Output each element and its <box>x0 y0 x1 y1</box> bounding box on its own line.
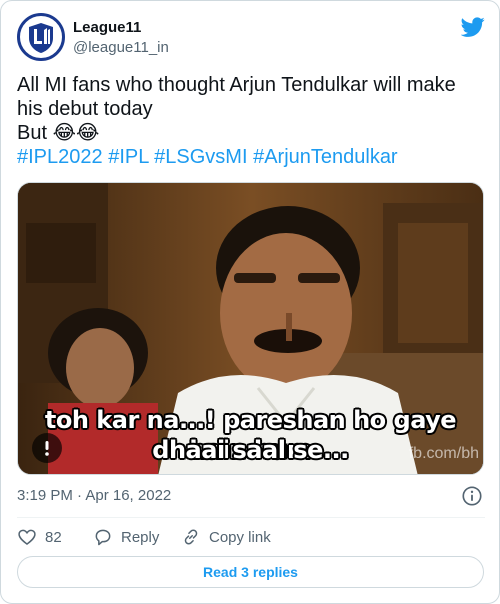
tweet-text: All MI fans who thought Arjun Tendulkar … <box>17 73 485 169</box>
tweet-text-line: But 😂😂 <box>17 122 100 144</box>
reply-label: Reply <box>121 528 160 546</box>
twitter-bird-icon[interactable] <box>461 15 485 39</box>
media-watermark: fb.com/bh <box>408 445 479 462</box>
media-alt-badge[interactable] <box>32 433 62 463</box>
alert-icon <box>45 441 49 456</box>
copy-link-label: Copy link <box>209 528 271 546</box>
tweet-text-line: his debut today <box>17 98 153 120</box>
tweet-actions: 82 Reply Copy link <box>17 525 485 549</box>
read-replies-button[interactable]: Read 3 replies <box>17 556 484 588</box>
like-button[interactable]: 82 <box>17 525 62 549</box>
tweet-hashtags[interactable]: #IPL2022 #IPL #LSGvsMI #ArjunTendulkar <box>17 145 485 169</box>
tweet-header: League11 @league11_in <box>17 13 485 63</box>
like-count: 82 <box>45 528 62 546</box>
league11-logo-icon <box>21 17 61 57</box>
reply-button[interactable]: Reply <box>93 525 159 549</box>
reply-icon <box>95 529 111 546</box>
info-icon[interactable] <box>461 485 483 507</box>
author-names[interactable]: League11 @league11_in <box>73 18 169 58</box>
tweet-text-line: All MI fans who thought Arjun Tendulkar … <box>17 74 456 96</box>
avatar[interactable] <box>17 13 65 61</box>
divider <box>17 517 485 518</box>
author-handle[interactable]: @league11_in <box>73 38 169 58</box>
tweet-media[interactable]: toh kar na...! pareshan ho gaye hain hum… <box>17 182 484 475</box>
tweet-timestamp[interactable]: 3:19 PM · Apr 16, 2022 <box>17 486 171 506</box>
link-icon <box>184 529 198 545</box>
author-display-name[interactable]: League11 <box>73 18 169 38</box>
heart-icon <box>18 529 36 546</box>
copy-link-button[interactable]: Copy link <box>181 525 271 549</box>
tweet-card: League11 @league11_in All MI fans who th… <box>0 0 500 604</box>
